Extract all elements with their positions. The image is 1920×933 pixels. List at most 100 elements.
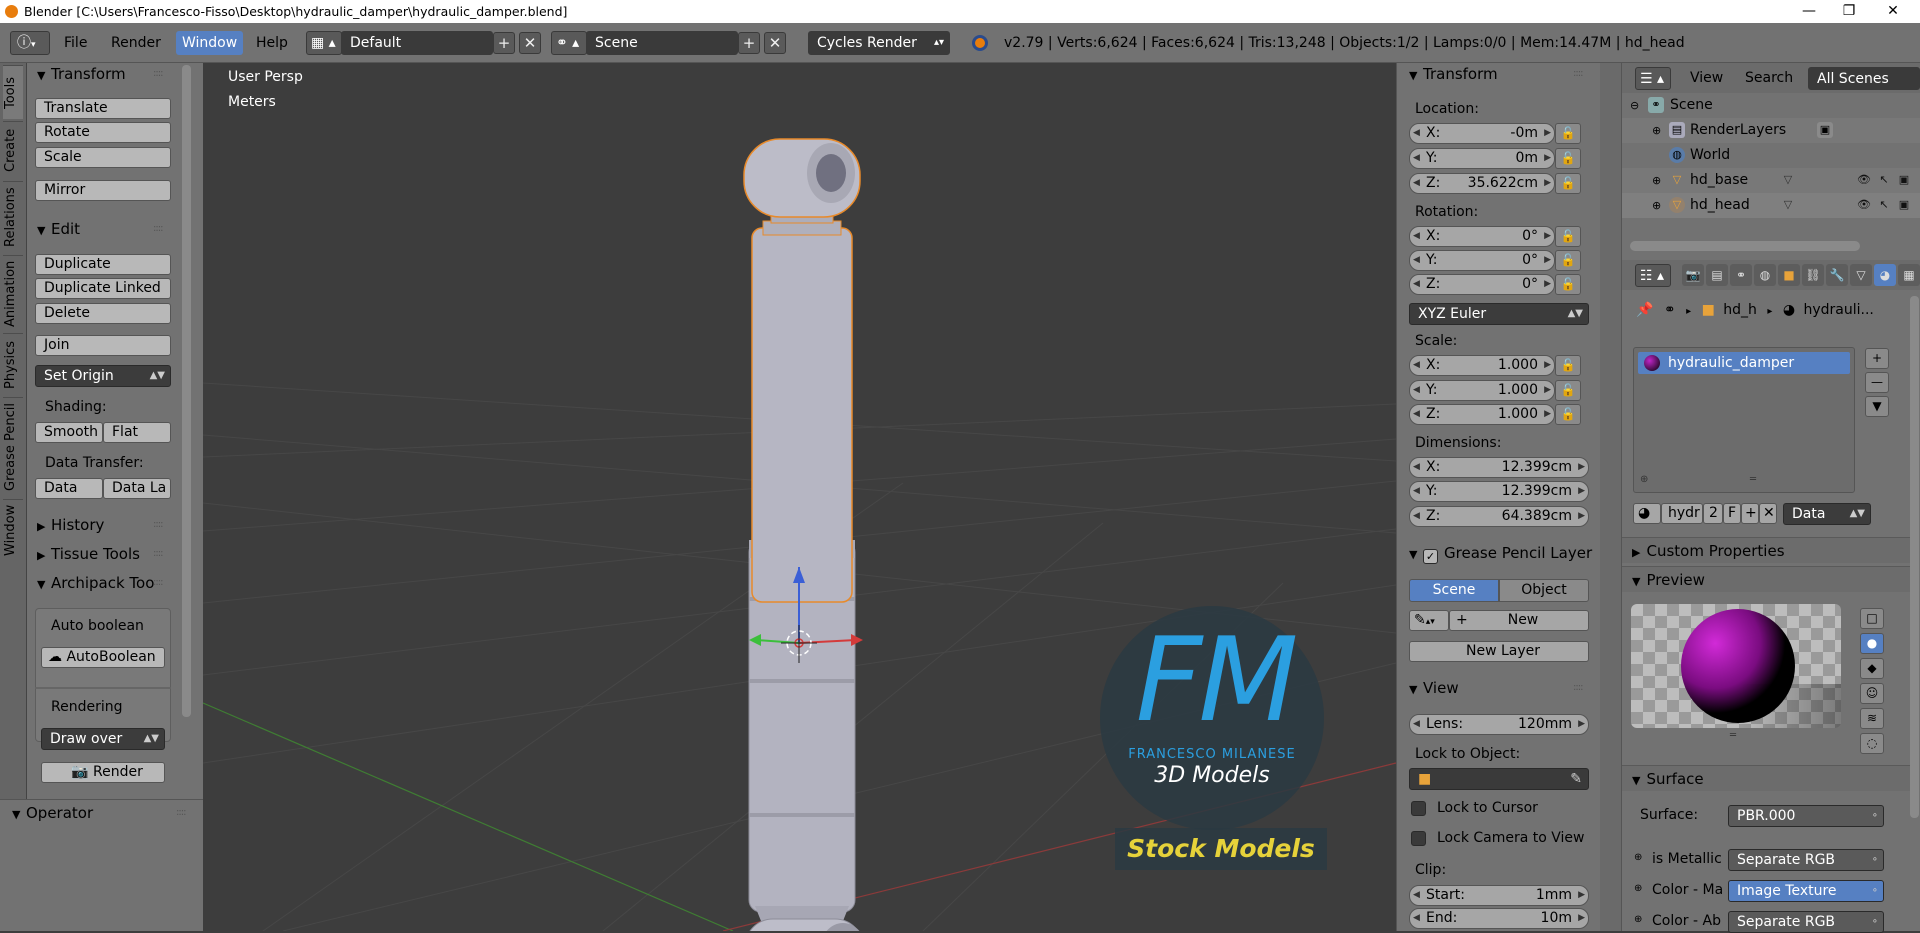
expand-icon[interactable]: ⊕ [1640, 474, 1648, 485]
preview-sphere-button[interactable]: ● [1860, 633, 1884, 654]
lock-icon[interactable]: 🔓 [1555, 250, 1581, 271]
material-name-field[interactable]: hydr [1661, 503, 1703, 524]
scene-field[interactable]: Scene [586, 31, 738, 55]
lock-icon[interactable]: 🔓 [1555, 123, 1581, 144]
autoboolean-button[interactable]: ☁ AutoBoolean [41, 647, 165, 668]
outliner-hscrollbar[interactable] [1630, 241, 1860, 251]
resize-grip-icon[interactable]: ═ [1750, 474, 1756, 485]
draw-over-dropdown[interactable]: Draw over ▲▼ [41, 728, 165, 750]
outliner-view-menu[interactable]: View [1684, 66, 1729, 90]
scene-icon[interactable]: ⚭ ▴ [551, 31, 587, 55]
camera-icon[interactable]: ▣ [1896, 172, 1912, 188]
screen-layout-field[interactable]: Default [341, 31, 493, 55]
history-panel-header[interactable]: ▶ History [37, 514, 104, 536]
modifiers-tab-icon[interactable]: 🔧 [1826, 264, 1848, 286]
remove-scene-button[interactable]: ✕ [764, 32, 786, 54]
lock-icon[interactable]: 🔓 [1555, 148, 1581, 169]
gp-new-layer-button[interactable]: New Layer [1409, 641, 1589, 662]
resize-grip-icon[interactable]: ═ [1730, 730, 1736, 741]
preview-header[interactable]: ▼ Preview [1622, 566, 1910, 592]
lens-field[interactable]: ◀ Lens: 120mm ▶ [1409, 714, 1589, 735]
3d-viewport[interactable]: User Persp Meters FM FRANCESCO MILANESE … [203, 63, 1396, 931]
translate-button[interactable]: Translate [35, 98, 171, 119]
tab-tools[interactable]: Tools [3, 65, 23, 119]
screen-layout-icon[interactable]: ▦ ▴ [306, 31, 342, 55]
lock-icon[interactable]: 🔓 [1555, 274, 1581, 295]
unlink-material-button[interactable]: ✕ [1759, 503, 1777, 524]
close-button[interactable]: ✕ [1870, 0, 1916, 23]
outliner-row-world[interactable]: ◍ World [1622, 143, 1920, 168]
gp-pencil-selector[interactable]: ✎▴▾ [1409, 610, 1449, 631]
grip-icon[interactable]: :::: [1573, 68, 1584, 79]
color-ma-input-field[interactable]: Image Texture ∘ [1728, 880, 1884, 902]
operator-panel-header[interactable]: ▼ Operator [12, 802, 93, 824]
properties-scrollbar[interactable] [1910, 296, 1919, 818]
eye-icon[interactable]: 👁 [1856, 197, 1872, 213]
lock-icon[interactable]: 🔓 [1555, 355, 1581, 376]
constraints-tab-icon[interactable]: ⛓ [1802, 264, 1824, 286]
remove-slot-button[interactable]: — [1865, 372, 1889, 393]
texture-tab-icon[interactable]: ▦ [1898, 264, 1920, 286]
set-origin-dropdown[interactable]: Set Origin ▲▼ [35, 365, 171, 387]
tissue-panel-header[interactable]: ▶ Tissue Tools [37, 543, 140, 565]
archipack-panel-header[interactable]: ▼ Archipack Too [37, 572, 154, 594]
edit-panel-header[interactable]: ▼ Edit [37, 218, 80, 240]
flat-button[interactable]: Flat [103, 422, 171, 443]
gp-object-toggle[interactable]: Object [1499, 579, 1589, 602]
duplicate-linked-button[interactable]: Duplicate Linked [35, 278, 171, 299]
expand-icon[interactable]: ⊕ [1652, 168, 1661, 193]
outliner-row-hd-base[interactable]: ⊕ ▽ hd_base ▽ 👁 ↖ ▣ [1622, 168, 1920, 193]
preview-world-button[interactable]: ◌ [1860, 733, 1884, 754]
tab-relations[interactable]: Relations [3, 181, 23, 253]
lock-icon[interactable]: 🔓 [1555, 404, 1581, 425]
add-slot-button[interactable]: + [1865, 348, 1889, 369]
dimensions-z-field[interactable]: ◀ Z: 64.389cm ▶ [1409, 506, 1589, 527]
color-ab-input-field[interactable]: Separate RGB ∘ [1728, 911, 1884, 933]
add-scene-button[interactable]: + [738, 32, 760, 54]
menu-help[interactable]: Help [250, 31, 294, 55]
rotation-mode-dropdown[interactable]: XYZ Euler ▲▼ [1409, 303, 1589, 325]
render-layer-icon[interactable]: ▣ [1817, 122, 1833, 138]
cursor-icon[interactable]: ↖ [1876, 172, 1892, 188]
preview-hair-button[interactable]: ≋ [1860, 708, 1884, 729]
scale-button[interactable]: Scale [35, 147, 171, 168]
dimensions-x-field[interactable]: ◀ X: 12.399cm ▶ [1409, 457, 1589, 478]
grip-icon[interactable]: :::: [153, 548, 164, 559]
cursor-icon[interactable]: ↖ [1876, 197, 1892, 213]
grease-pencil-checkbox[interactable]: ✓ [1423, 549, 1438, 564]
editor-type-icon[interactable]: ☷ ▴ [1635, 264, 1671, 287]
grip-icon[interactable]: :::: [153, 577, 164, 588]
menu-window[interactable]: Window [176, 31, 244, 55]
location-y-field[interactable]: ◀ Y: 0m ▶ [1409, 148, 1555, 169]
render-layers-tab-icon[interactable]: ▤ [1706, 264, 1728, 286]
transform-panel-header[interactable]: ▼ Transform [37, 63, 126, 85]
outliner-search-menu[interactable]: Search [1739, 66, 1799, 90]
tab-create[interactable]: Create [3, 121, 23, 179]
mirror-button[interactable]: Mirror [35, 180, 171, 201]
editor-type-icon[interactable]: ☰ ▴ [1635, 67, 1671, 90]
render-engine-dropdown[interactable]: Cycles Render ▴▾ [808, 31, 950, 55]
render-button[interactable]: 📷 Render [41, 762, 165, 783]
tab-grease-pencil[interactable]: Grease Pencil [3, 397, 23, 497]
rotation-z-field[interactable]: ◀ Z: 0° ▶ [1409, 274, 1555, 295]
gp-new-button[interactable]: + New [1449, 610, 1589, 631]
view-panel-header[interactable]: ▼ View [1409, 677, 1459, 699]
grease-pencil-panel-header[interactable]: ▼ ✓ Grease Pencil Layer [1409, 542, 1592, 564]
new-material-button[interactable]: + [1741, 503, 1759, 524]
lock-icon[interactable]: 🔓 [1555, 173, 1581, 194]
lock-object-field[interactable]: ■ ✎ [1409, 768, 1589, 790]
tab-window[interactable]: Window [3, 499, 23, 561]
expand-icon[interactable]: ⊕ [1634, 852, 1642, 863]
render-tab-icon[interactable]: 📷 [1682, 264, 1704, 286]
data-tab-icon[interactable]: ▽ [1850, 264, 1872, 286]
gp-scene-toggle[interactable]: Scene [1409, 579, 1499, 602]
clip-start-field[interactable]: ◀ Start: 1mm ▶ [1409, 885, 1589, 906]
lock-to-cursor-checkbox[interactable] [1411, 801, 1426, 816]
expand-icon[interactable]: ⊕ [1634, 883, 1642, 894]
preview-flat-button[interactable]: □ [1860, 608, 1884, 629]
material-link-dropdown[interactable]: Data ▲▼ [1783, 503, 1871, 525]
lock-icon[interactable]: 🔓 [1555, 226, 1581, 247]
expand-icon[interactable]: ⊕ [1652, 118, 1661, 143]
world-tab-icon[interactable]: ◍ [1754, 264, 1776, 286]
add-screen-button[interactable]: + [493, 32, 515, 54]
